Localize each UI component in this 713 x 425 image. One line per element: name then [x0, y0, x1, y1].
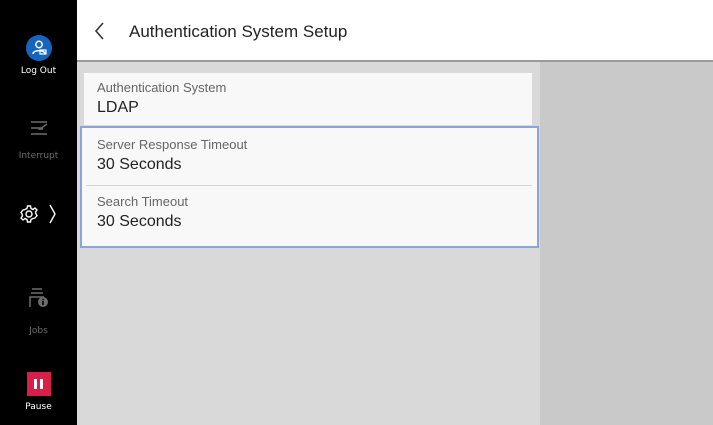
pause-label: Pause: [25, 402, 52, 412]
setting-value: LDAP: [97, 99, 139, 116]
header-bar: Authentication System Setup: [77, 0, 713, 62]
right-pane: [540, 62, 713, 425]
page-title: Authentication System Setup: [129, 22, 348, 41]
setting-server-response-timeout[interactable]: Server Response Timeout 30 Seconds: [84, 129, 532, 184]
pause-icon: [26, 372, 51, 396]
interrupt-icon: [30, 121, 47, 135]
jobs-button[interactable]: Jobs: [0, 286, 77, 337]
interrupt-button[interactable]: Interrupt: [0, 118, 77, 162]
gear-icon: [19, 204, 56, 224]
pause-button[interactable]: Pause: [0, 372, 77, 413]
interrupt-label: Interrupt: [18, 151, 59, 161]
user-logout-icon: [25, 35, 52, 61]
side-panel: Log Out Interrupt Jobs Pause: [0, 0, 77, 425]
logout-label: Log Out: [20, 66, 57, 76]
device-settings-button[interactable]: [0, 203, 77, 229]
divider: [86, 185, 532, 186]
setting-label: Server Response Timeout: [97, 137, 248, 152]
setting-value: 30 Seconds: [97, 213, 182, 230]
jobs-label: Jobs: [29, 326, 48, 336]
jobs-info-icon: [28, 288, 48, 307]
logout-button[interactable]: Log Out: [0, 35, 77, 77]
setting-label: Search Timeout: [97, 194, 189, 209]
setting-search-timeout[interactable]: Search Timeout 30 Seconds: [84, 187, 532, 243]
setting-label: Authentication System: [97, 80, 227, 95]
setting-value: 30 Seconds: [97, 156, 182, 173]
chevron-left-icon: [94, 22, 104, 40]
setting-authentication-system: Authentication System LDAP: [84, 73, 532, 125]
back-button[interactable]: [89, 20, 111, 42]
